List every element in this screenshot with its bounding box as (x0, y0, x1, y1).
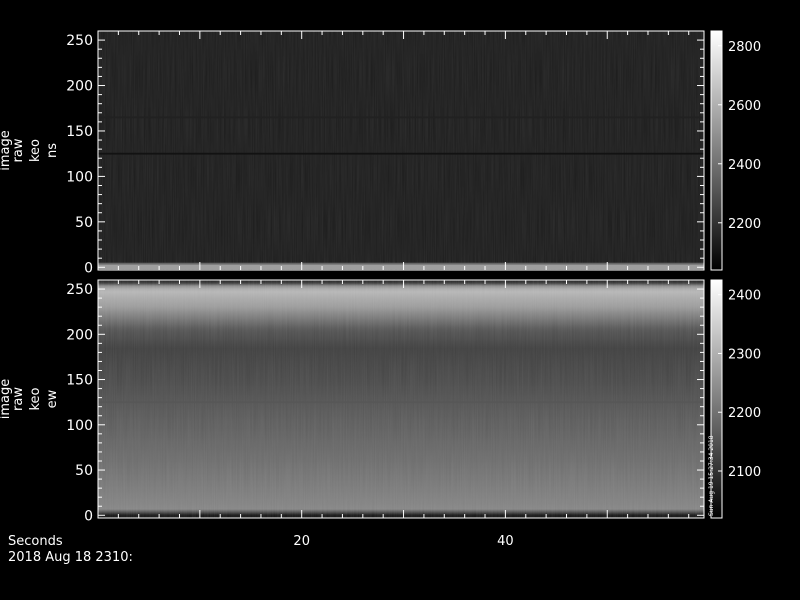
colorbar-tick-label: 2100 (728, 465, 761, 480)
heatmap-noise (98, 31, 704, 270)
y-axis-label: raw (11, 387, 26, 411)
heatmap-band (98, 152, 704, 155)
y-tick-label: 150 (66, 373, 93, 389)
colorbar-tick-label: 2300 (728, 347, 761, 362)
keogram-figure: 050100150200250imageraw keo ns220024002600… (0, 30, 761, 565)
y-tick-label: 200 (66, 79, 93, 95)
heatmap-band (98, 262, 704, 265)
y-axis-label: keo (28, 139, 43, 162)
timestamp-stamp: Sun Aug 19 15:27:34 2018 (708, 435, 715, 516)
y-axis-label: raw (11, 138, 26, 162)
colorbar (710, 30, 723, 271)
colorbar-tick-label: 2400 (728, 158, 761, 173)
y-axis-label: ns (45, 143, 60, 158)
y-tick-label: 100 (66, 418, 93, 434)
colorbar-tick-label: 2800 (728, 40, 761, 55)
y-tick-label: 50 (75, 215, 93, 231)
colorbar-tick-label: 2600 (728, 99, 761, 114)
y-tick-label: 250 (66, 282, 93, 298)
colorbar-tick-label: 2400 (728, 289, 761, 304)
y-axis-label: keo (28, 387, 43, 410)
y-axis-label: ew (45, 389, 60, 408)
colorbar-tick-label: 2200 (728, 406, 761, 421)
x-axis-label: Seconds (8, 534, 63, 549)
y-tick-label: 0 (84, 508, 93, 524)
heatmap-noise (98, 280, 704, 518)
y-tick-label: 200 (66, 327, 93, 343)
heatmap-band (98, 116, 704, 119)
date-label: 2018 Aug 18 2310: (8, 550, 133, 565)
y-tick-label: 150 (66, 124, 93, 140)
y-tick-label: 0 (84, 260, 93, 276)
y-tick-label: 250 (66, 33, 93, 49)
y-tick-label: 100 (66, 169, 93, 185)
y-tick-label: 50 (75, 463, 93, 479)
colorbar-tick-label: 2200 (728, 217, 761, 232)
x-tick-label: 20 (293, 534, 310, 549)
x-tick-label: 40 (497, 534, 514, 549)
heatmap-band (98, 401, 704, 404)
